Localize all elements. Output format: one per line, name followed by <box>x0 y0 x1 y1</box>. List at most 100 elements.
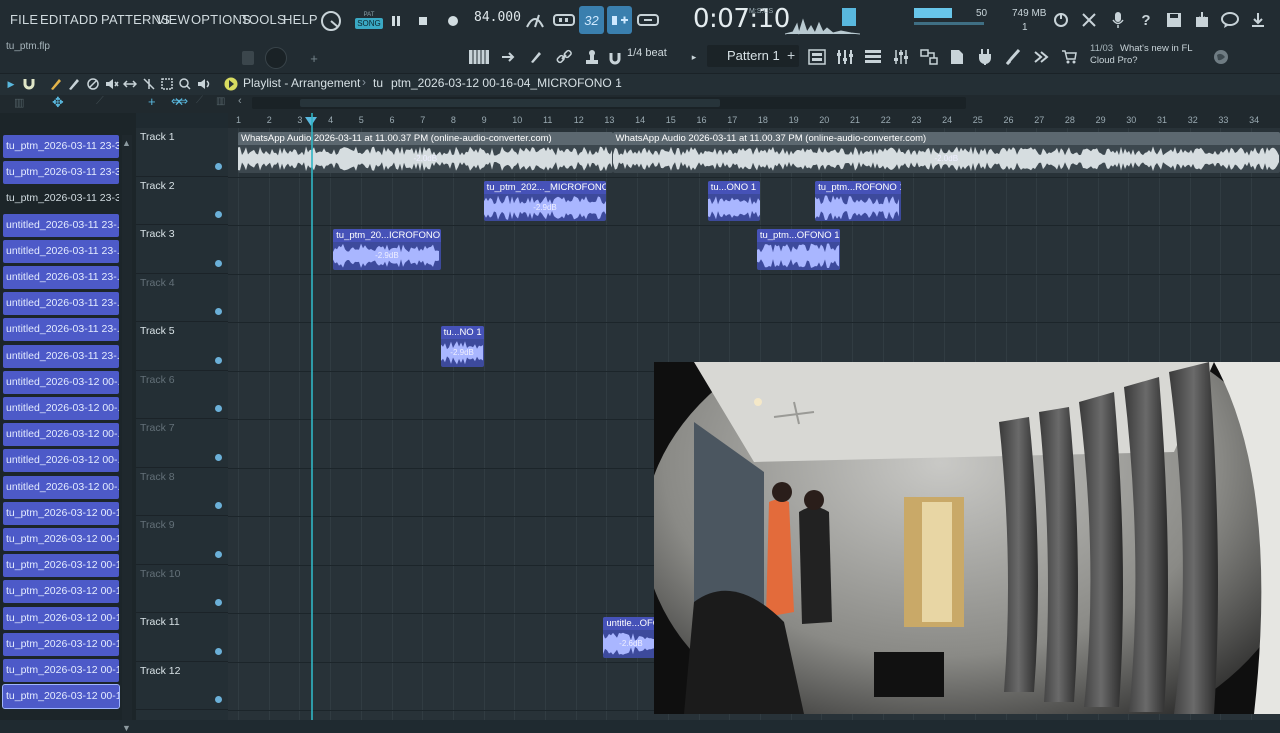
browser-item[interactable]: tu_ptm_2026-03-12 00-1... <box>3 554 119 578</box>
browser-item[interactable]: untitled_2026-03-11 23-... <box>3 344 119 368</box>
plugin-picker-icon[interactable] <box>918 46 940 68</box>
track-mute-dot[interactable] <box>215 647 222 655</box>
pencil-icon[interactable] <box>525 46 547 68</box>
browser-item[interactable]: untitled_2026-03-11 23-... <box>3 266 119 289</box>
timeline-ruler[interactable]: 1 2 3 4 5 6 7 8 9 10 11 12 13 14 15 16 17 18 19 20 21 22 23 24 2… <box>228 113 1280 128</box>
slip-tool-icon[interactable] <box>122 76 138 92</box>
sliders-icon[interactable] <box>890 46 912 68</box>
microphone-icon[interactable] <box>1108 10 1128 30</box>
magnet-snap-icon[interactable] <box>20 76 38 92</box>
blend-notes-toggle[interactable] <box>607 6 632 34</box>
stretch-icon[interactable]: ⟋ <box>96 95 104 108</box>
menu-edit[interactable]: EDIT <box>40 12 70 27</box>
audio-clip[interactable]: tu_ptm...OFONO 1 <box>756 229 840 270</box>
audio-clip[interactable]: tu...NO 1 -2.9dB <box>440 326 484 367</box>
browser-item[interactable]: tu_ptm_2026-03-11 23-3... <box>3 187 119 210</box>
track-mute-dot[interactable] <box>215 696 222 703</box>
disconnect-icon[interactable] <box>1079 10 1099 30</box>
chat-icon[interactable] <box>1220 10 1240 30</box>
breadcrumb-pattern[interactable]: ptm_2026-03-12 00-16-04_MICROFONO 1 <box>391 76 622 90</box>
track-mute-dot[interactable] <box>215 599 222 606</box>
browser-item[interactable]: untitled_2026-03-11 23-... <box>3 318 119 342</box>
record-button[interactable] <box>444 11 462 31</box>
loop-record-icon[interactable] <box>636 9 660 31</box>
track-header[interactable]: Track 12 <box>136 662 228 710</box>
browser-item[interactable]: untitled_2026-03-11 23-... <box>3 292 119 316</box>
add-track-icon[interactable]: + <box>148 94 156 109</box>
news-text[interactable]: What's new in FL Cloud Pro? <box>1090 43 1200 67</box>
playback-tool-icon[interactable] <box>196 76 212 92</box>
track-header[interactable]: Track 7 <box>136 419 228 468</box>
pitch-cross-icon[interactable]: + <box>305 49 323 67</box>
browser-item[interactable]: tu_ptm_2026-03-11 23-3... <box>3 161 119 185</box>
piano-keys-icon[interactable]: ▥ <box>14 96 24 109</box>
forward-chevron-icon[interactable] <box>1030 46 1052 68</box>
track-header[interactable]: Track 5 <box>136 322 228 371</box>
channel-rack-icon[interactable] <box>834 46 856 68</box>
add-pattern-icon[interactable]: + <box>787 47 795 63</box>
browser-item[interactable]: tu_ptm_2026-03-11 23-3... <box>3 135 119 158</box>
browser-scrollbar[interactable]: ▲ ▼ <box>122 135 132 733</box>
grid-icon[interactable]: ▥ <box>216 96 225 107</box>
arrow-right-icon[interactable] <box>497 46 519 68</box>
horizontal-scrollbar[interactable] <box>252 97 966 109</box>
track-mute-dot[interactable] <box>215 550 222 558</box>
piano-roll-icon[interactable] <box>467 46 491 68</box>
audio-clip[interactable]: tu_ptm_20...ICROFONO 1 -2.9dB <box>333 229 441 270</box>
track-header[interactable]: Track 9 <box>136 516 228 565</box>
track-mute-dot[interactable] <box>215 162 222 170</box>
slice-tool-icon[interactable] <box>141 76 157 92</box>
link-icon[interactable] <box>553 46 575 68</box>
delete-tool-icon[interactable] <box>85 76 101 92</box>
countdown-toggle[interactable]: 32 <box>579 6 604 34</box>
track-header[interactable]: Track 4 <box>136 274 228 322</box>
record-knob-icon[interactable] <box>318 9 344 33</box>
browser-item[interactable]: tu_ptm_2026-03-12 00-1... <box>3 528 119 551</box>
track-mute-dot[interactable] <box>215 211 222 218</box>
scroll-up-icon[interactable]: ▲ <box>122 138 131 148</box>
browser-item[interactable]: untitled_2026-03-12 00-... <box>3 397 119 420</box>
audio-clip[interactable]: WhatsApp Audio 2026-03-11 at 11.00.37 PM… <box>238 132 613 173</box>
browser-icon[interactable] <box>946 46 968 68</box>
browser-item[interactable]: tu_ptm_2026-03-12 00-1... <box>3 580 119 604</box>
song-time[interactable]: 0:07:10 <box>693 4 790 34</box>
browser-item[interactable]: untitled_2026-03-12 00-... <box>3 423 119 447</box>
audio-clip[interactable]: tu_ptm...ROFONO 1 <box>815 180 902 221</box>
pat-song-toggle[interactable]: PAT SONG <box>355 6 383 34</box>
track-header[interactable]: Track 2 <box>136 177 228 225</box>
track-mute-dot[interactable] <box>215 356 222 364</box>
pattern-selector[interactable]: Pattern 1 + <box>707 45 799 67</box>
refresh-icon[interactable] <box>1051 10 1071 30</box>
select-tool-icon[interactable] <box>159 76 175 92</box>
zoom-tool-icon[interactable] <box>177 76 193 92</box>
mute-tool-icon[interactable] <box>104 76 120 92</box>
audio-clip[interactable]: untitle...OFO -2.6dB <box>603 617 659 658</box>
master-pitch-knob[interactable] <box>265 47 287 69</box>
menu-tools[interactable]: TOOLS <box>241 12 286 27</box>
scrollbar-thumb[interactable] <box>300 99 720 107</box>
track-mute-dot[interactable] <box>215 405 222 412</box>
track-header[interactable]: Track 11 <box>136 613 228 662</box>
play-arrow-icon[interactable]: ▶ <box>4 76 18 92</box>
track-header[interactable]: Track 6 <box>136 371 228 419</box>
playlist-icon[interactable] <box>862 46 884 68</box>
scroll-down-icon[interactable]: ▼ <box>122 723 131 733</box>
track-mute-dot[interactable] <box>215 502 222 509</box>
menu-add[interactable]: ADD <box>70 12 98 27</box>
browser-item[interactable]: untitled_2026-03-12 00-... <box>3 475 119 499</box>
browser-item[interactable]: untitled_2026-03-11 23-... <box>3 213 119 237</box>
stop-button[interactable] <box>414 11 432 31</box>
browser-item[interactable]: tu_ptm_2026-03-12 00-1... <box>3 632 119 656</box>
tempo-display[interactable]: 84.000 <box>474 10 521 30</box>
snap-next-icon[interactable]: ▸ <box>687 48 701 66</box>
browser-item[interactable]: tu_ptm_2026-03-12 00-1... <box>3 606 119 630</box>
track-header[interactable]: Track 8 <box>136 468 228 516</box>
draw-tool-icon[interactable] <box>48 76 64 92</box>
audio-clip[interactable]: WhatsApp Audio 2026-03-11 at 11.00.37 PM… <box>612 132 1280 173</box>
metronome-icon[interactable] <box>524 9 546 31</box>
browser-item[interactable]: untitled_2026-03-12 00-... <box>3 449 119 473</box>
browser-item[interactable]: untitled_2026-03-11 23-... <box>3 239 119 263</box>
playlist-menu-icon[interactable] <box>222 75 240 93</box>
track-header[interactable]: Track 1 <box>136 128 228 177</box>
cart-icon[interactable] <box>1058 46 1080 68</box>
